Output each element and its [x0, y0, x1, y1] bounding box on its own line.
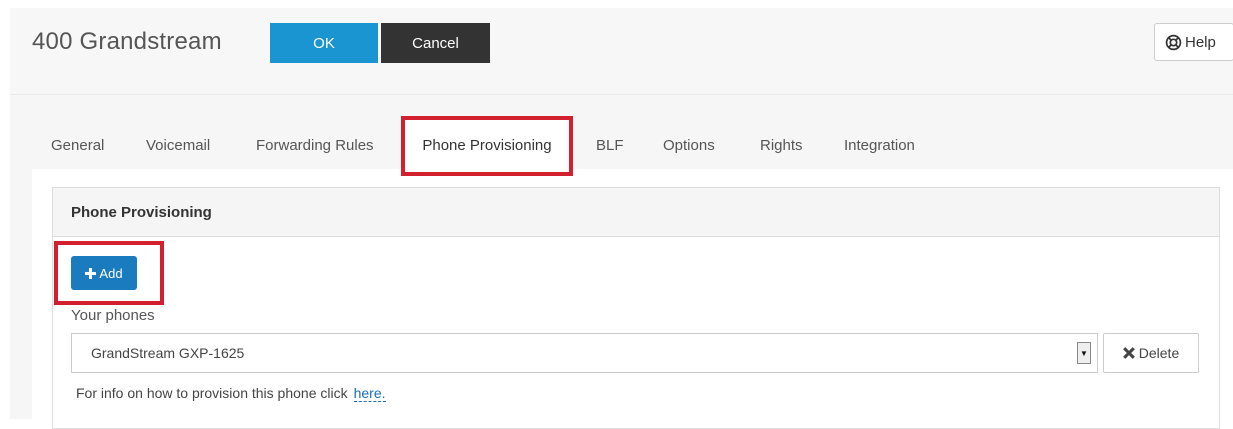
selected-phone: GrandStream GXP-1625 [91, 345, 245, 361]
add-button-highlight-box [54, 241, 164, 305]
info-text: For info on how to provision this phone … [76, 385, 348, 401]
phone-provisioning-panel: Phone Provisioning Add Your phones Grand… [52, 187, 1220, 429]
provision-info-link[interactable]: here. [353, 385, 386, 402]
ok-button[interactable]: OK [270, 23, 378, 63]
delete-label: Delete [1138, 345, 1180, 361]
delete-button[interactable]: Delete [1103, 333, 1199, 373]
times-icon [1122, 347, 1135, 359]
help-label: Help [1185, 33, 1216, 51]
tab-content: Phone Provisioning Add Your phones Grand… [32, 169, 1233, 429]
caret-down-icon[interactable]: ▼ [1077, 342, 1091, 364]
tab-options[interactable]: Options [663, 120, 715, 170]
tab-bar: General Voicemail Forwarding Rules Phone… [10, 120, 1233, 170]
lifebuoy-icon [1165, 34, 1182, 51]
your-phones-label: Your phones [71, 307, 155, 324]
page-header: 400 Grandstream OK Cancel Help [10, 8, 1233, 95]
page-title: 400 Grandstream [32, 28, 222, 55]
panel-heading: Phone Provisioning [53, 188, 1219, 237]
tab-blf[interactable]: BLF [596, 120, 624, 170]
tab-rights[interactable]: Rights [760, 120, 803, 170]
tab-voicemail[interactable]: Voicemail [146, 120, 210, 170]
tab-integration[interactable]: Integration [844, 120, 915, 170]
cancel-button[interactable]: Cancel [381, 23, 490, 63]
content-area: General Voicemail Forwarding Rules Phone… [10, 95, 1233, 429]
help-button[interactable]: Help [1154, 23, 1233, 61]
tab-highlight-box [401, 116, 573, 176]
provision-info: For info on how to provision this phone … [76, 385, 386, 402]
tab-general[interactable]: General [51, 120, 104, 170]
panel-title: Phone Provisioning [71, 204, 212, 221]
tab-forwarding-rules[interactable]: Forwarding Rules [256, 120, 374, 170]
phone-select[interactable]: GrandStream GXP-1625 ▼ [71, 333, 1098, 373]
